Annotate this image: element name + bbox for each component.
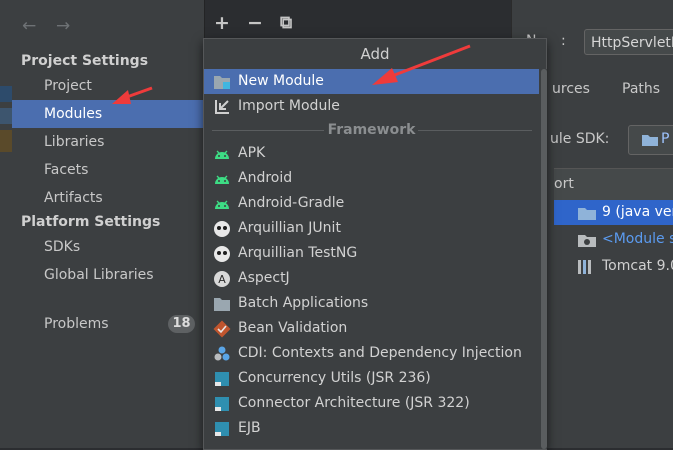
tab-paths[interactable]: Paths <box>622 81 660 97</box>
menu-item-android-gradle[interactable]: Android-Gradle <box>204 191 539 216</box>
sidebar-item-facets[interactable]: Facets <box>12 156 204 184</box>
sidebar-item-problems[interactable]: Problems 18 <box>12 310 204 338</box>
bean-validation-icon <box>213 320 231 338</box>
menu-item-new-module[interactable]: New Module <box>204 69 539 94</box>
jsr-icon <box>215 372 229 386</box>
framework-label: Framework <box>327 122 416 138</box>
menu-item-ejb[interactable]: EJB <box>204 416 539 441</box>
module-folder-icon <box>214 76 230 89</box>
sidebar-item-libraries[interactable]: Libraries <box>12 128 204 156</box>
menu-item-connector-architecture[interactable]: Connector Architecture (JSR 322) <box>204 391 539 416</box>
sidebar-item-label: Libraries <box>44 134 105 150</box>
module-source-icon <box>578 235 596 247</box>
dependency-label: <Module s <box>602 231 673 247</box>
menu-item-apk[interactable]: APK <box>204 141 539 166</box>
aspectj-icon: A <box>214 271 230 287</box>
project-settings-heading: Project Settings <box>21 53 149 69</box>
ejb-icon <box>215 422 229 436</box>
sidebar-item-artifacts[interactable]: Artifacts <box>12 184 204 212</box>
menu-item-label: Batch Applications <box>238 295 369 311</box>
dependency-row-jdk[interactable]: 9 (java vers <box>554 200 673 225</box>
sidebar-item-label: Project <box>44 78 92 94</box>
platform-settings-heading: Platform Settings <box>21 214 161 230</box>
cdi-icon <box>214 346 230 361</box>
tab-sources[interactable]: urces <box>552 81 590 97</box>
menu-item-label: AspectJ <box>238 270 290 286</box>
forward-arrow-icon[interactable]: → <box>56 16 70 36</box>
sdk-folder-icon <box>642 135 658 146</box>
menu-item-label: CDI: Contexts and Dependency Injection <box>238 345 522 361</box>
menu-item-arquillian-testng[interactable]: Arquillian TestNG <box>204 241 539 266</box>
module-sdk-select[interactable]: P <box>628 125 673 155</box>
sidebar-item-label: Modules <box>44 106 103 122</box>
menu-item-label: Concurrency Utils (JSR 236) <box>238 370 431 386</box>
sidebar-item-sdks[interactable]: SDKs <box>12 233 204 261</box>
copy-button[interactable]: ⧉ <box>280 13 292 33</box>
sidebar-item-label: Artifacts <box>44 190 103 206</box>
arquillian-icon <box>214 221 230 237</box>
menu-item-label: Import Module <box>238 98 340 114</box>
menu-item-bean-validation[interactable]: Bean Validation <box>204 316 539 341</box>
sidebar-item-label: Problems <box>44 316 109 332</box>
library-icon <box>578 260 591 274</box>
svg-text:A: A <box>218 273 226 286</box>
import-arrow-icon <box>215 100 229 114</box>
sidebar-item-label: SDKs <box>44 239 81 255</box>
menu-item-label: Connector Architecture (JSR 322) <box>238 395 470 411</box>
sidebar-item-label: Facets <box>44 162 89 178</box>
back-arrow-icon[interactable]: ← <box>22 16 36 36</box>
add-button[interactable]: + <box>214 12 230 34</box>
dependency-row-tomcat[interactable]: Tomcat 9.0 <box>554 254 673 279</box>
dependencies-table-header: ort <box>554 168 673 202</box>
menu-item-label: Arquillian TestNG <box>238 245 358 261</box>
menu-item-batch-applications[interactable]: Batch Applications <box>204 291 539 316</box>
menu-item-label: Android <box>238 170 293 186</box>
menu-item-label: New Module <box>238 73 324 89</box>
menu-item-concurrency-utils[interactable]: Concurrency Utils (JSR 236) <box>204 366 539 391</box>
menu-item-label: Arquillian JUnit <box>238 220 341 236</box>
menu-item-aspectj[interactable]: A AspectJ <box>204 266 539 291</box>
menu-item-cdi[interactable]: CDI: Contexts and Dependency Injection <box>204 341 539 366</box>
menu-item-label: Bean Validation <box>238 320 348 336</box>
sidebar-item-global-libraries[interactable]: Global Libraries <box>12 261 204 289</box>
name-label-colon: : <box>561 33 566 49</box>
popup-scrollbar-thumb[interactable] <box>541 69 547 449</box>
android-icon <box>215 150 229 159</box>
sidebar-item-modules[interactable]: Modules <box>12 100 204 128</box>
arquillian-icon <box>214 246 230 262</box>
background-editor-strip <box>0 0 12 448</box>
add-popup-menu: Add New Module Import Module Framework A… <box>203 38 547 450</box>
menu-item-import-module[interactable]: Import Module <box>204 94 539 119</box>
dependency-label: Tomcat 9.0 <box>602 258 673 274</box>
menu-item-label: APK <box>238 145 266 161</box>
popup-scrollbar[interactable] <box>541 69 547 449</box>
remove-button[interactable]: − <box>247 12 263 34</box>
batch-folder-icon <box>214 298 230 311</box>
dependency-label: 9 (java vers <box>602 204 673 220</box>
module-sdk-label: ule SDK: <box>550 131 610 147</box>
project-structure-sidebar: ← → Project Settings Project Modules Lib… <box>12 0 204 448</box>
menu-item-label: EJB <box>238 420 261 436</box>
sidebar-item-label: Global Libraries <box>44 267 154 283</box>
framework-separator: Framework <box>204 120 539 140</box>
menu-item-android[interactable]: Android <box>204 166 539 191</box>
sdk-folder-icon <box>578 208 596 220</box>
dep-header-label: ort <box>554 176 574 192</box>
menu-item-arquillian-junit[interactable]: Arquillian JUnit <box>204 216 539 241</box>
problems-count-badge: 18 <box>168 315 195 333</box>
menu-item-label: Android-Gradle <box>238 195 345 211</box>
sdk-value: P <box>661 131 670 147</box>
sidebar-item-project[interactable]: Project <box>12 72 204 100</box>
android-icon <box>215 175 229 184</box>
dependency-row-module-source[interactable]: <Module s <box>554 227 673 252</box>
popup-title: Add <box>360 45 390 63</box>
jsr-icon <box>215 397 229 411</box>
module-name-input[interactable]: HttpServletR <box>584 29 673 55</box>
android-icon <box>215 200 229 209</box>
